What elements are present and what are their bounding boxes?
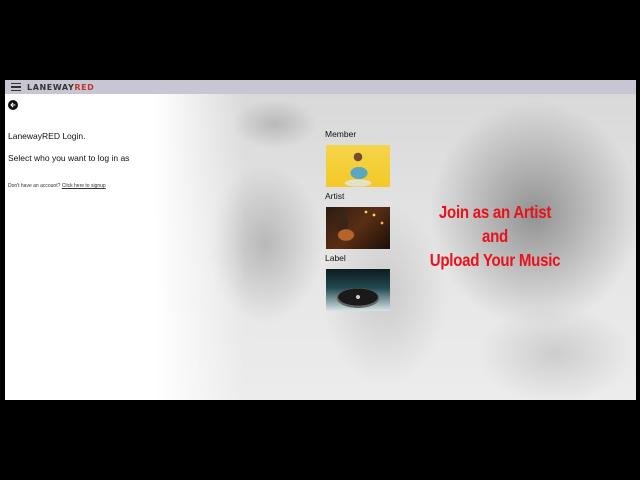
- label-role-tile[interactable]: [326, 269, 390, 311]
- promo-line-1: Join as an Artist: [438, 202, 552, 222]
- hamburger-menu-icon[interactable]: [11, 83, 21, 91]
- brand-logo: LANEWAYRED: [27, 83, 94, 92]
- signup-link[interactable]: Click here to signup: [62, 183, 106, 189]
- artist-role-tile[interactable]: [326, 207, 390, 249]
- back-button[interactable]: [8, 100, 18, 110]
- main-content: LanewayRED Login. Select who you want to…: [5, 94, 636, 400]
- signup-prompt-text: Don't have an account?: [8, 183, 61, 189]
- brand-logo-part2: RED: [74, 82, 95, 92]
- role-label-artist: Artist: [325, 191, 345, 201]
- promo-line-2: and: [482, 226, 508, 246]
- login-subtitle: Select who you want to log in as: [8, 153, 130, 163]
- promo-line-3: Upload Your Music: [429, 250, 561, 270]
- login-title: LanewayRED Login.: [8, 131, 86, 141]
- role-label-member: Member: [325, 129, 357, 139]
- app-window: LANEWAYRED LanewayRED Login. Select who …: [5, 80, 636, 400]
- member-role-tile[interactable]: [326, 145, 390, 187]
- promo-text: Join as an Artist and Upload Your Music: [400, 200, 589, 272]
- background-fade: [155, 94, 245, 400]
- role-label-label: Label: [325, 253, 346, 263]
- signup-prompt: Don't have an account? Click here to sig…: [8, 183, 106, 189]
- back-arrow-icon: [10, 102, 16, 108]
- title-bar: LANEWAYRED: [5, 80, 636, 94]
- brand-logo-part1: LANEWAY: [27, 82, 75, 92]
